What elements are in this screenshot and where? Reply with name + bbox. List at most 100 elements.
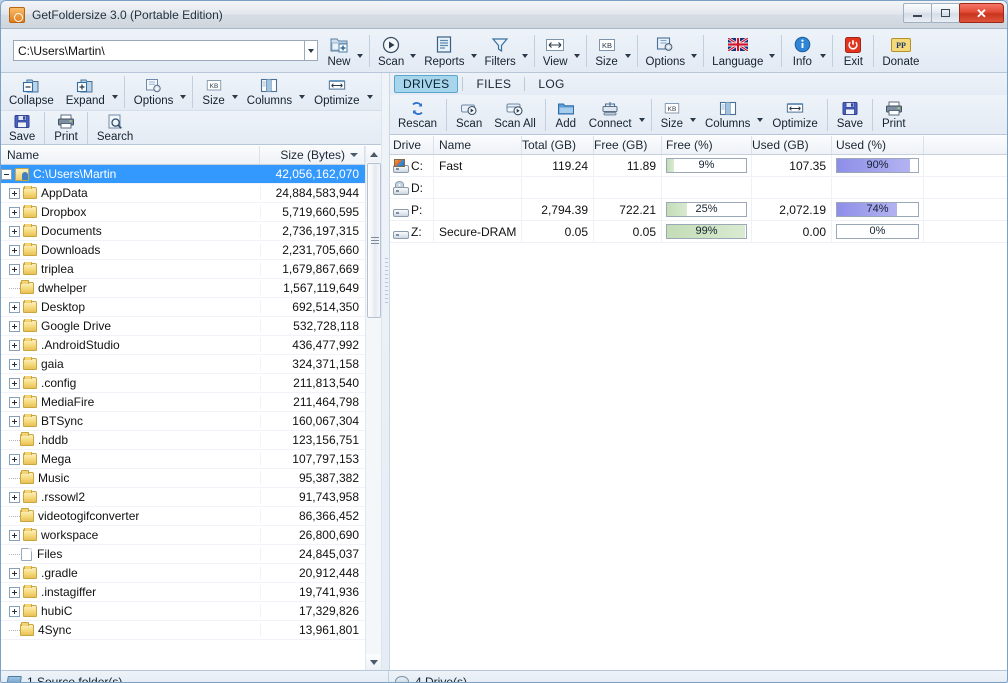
drives-header-name[interactable]: Name (434, 136, 522, 154)
drives-scan-all-button[interactable]: Scan All (488, 99, 542, 130)
tree-size-dropdown[interactable] (231, 75, 241, 109)
tree-row[interactable]: hubiC 17,329,826 (1, 602, 365, 621)
expand-node-icon[interactable] (9, 263, 20, 275)
toolbar-view-dropdown[interactable] (573, 34, 583, 68)
tree-row[interactable]: .hddb 123,156,751 (1, 430, 365, 450)
drives-size-button[interactable]: KB Size (655, 99, 689, 130)
toolbar-exit-button[interactable]: Exit (836, 33, 870, 69)
expand-node-icon[interactable] (9, 396, 20, 408)
drives-header-free[interactable]: Free (GB) (594, 136, 662, 154)
drive-row[interactable]: D: (390, 176, 1007, 199)
toolbar-options-button[interactable]: Options (641, 33, 691, 69)
scroll-up-button[interactable] (366, 146, 381, 162)
toolbar-options-dropdown[interactable] (690, 34, 700, 68)
tab-log[interactable]: LOG (529, 75, 573, 93)
expand-node-icon[interactable] (9, 225, 20, 237)
path-dropdown-button[interactable] (305, 40, 318, 61)
toolbar-scan-button[interactable]: Scan (373, 33, 409, 69)
pane-splitter[interactable] (381, 73, 390, 670)
drives-header-drive[interactable]: Drive (390, 136, 434, 154)
tree-optimize-dropdown[interactable] (366, 75, 376, 109)
expand-node-icon[interactable] (9, 491, 20, 503)
tree-row[interactable]: .AndroidStudio 436,477,992 (1, 336, 365, 355)
tree-row[interactable]: .instagiffer 19,741,936 (1, 583, 365, 602)
tree-save-button[interactable]: Save (3, 112, 41, 143)
drive-row[interactable]: P: 2,794.39 722.21 25% 2,072.19 74% (390, 198, 1007, 221)
tree-options-button[interactable]: Options (128, 76, 180, 107)
drives-header-free-pct[interactable]: Free (%) (662, 136, 752, 154)
toolbar-new-button[interactable]: New (322, 33, 356, 69)
toolbar-scan-dropdown[interactable] (409, 34, 419, 68)
tree-row[interactable]: Documents 2,736,197,315 (1, 222, 365, 241)
tree-row[interactable]: Music 95,387,382 (1, 468, 365, 488)
toolbar-donate-button[interactable]: PP Donate (877, 33, 924, 69)
expand-node-icon[interactable] (9, 301, 20, 313)
expand-node-icon[interactable] (9, 586, 20, 598)
toolbar-info-dropdown[interactable] (819, 34, 829, 68)
drives-header-used-pct[interactable]: Used (%) (832, 136, 924, 154)
drives-columns-dropdown[interactable] (756, 98, 766, 132)
expand-node-icon[interactable] (9, 206, 20, 218)
tree-vertical-scrollbar[interactable] (365, 146, 381, 670)
tree-row[interactable]: gaia 324,371,158 (1, 355, 365, 374)
tree-row[interactable]: triplea 1,679,867,669 (1, 260, 365, 279)
tree-row[interactable]: videotogifconverter 86,366,452 (1, 506, 365, 526)
toolbar-size-dropdown[interactable] (624, 34, 634, 68)
path-input[interactable]: C:\Users\Martin\ (13, 40, 305, 61)
tree-row[interactable]: Downloads 2,231,705,660 (1, 241, 365, 260)
tree-columns-dropdown[interactable] (298, 75, 308, 109)
close-button[interactable]: ✕ (959, 3, 1004, 23)
tree-row[interactable]: Mega 107,797,153 (1, 450, 365, 469)
drives-size-dropdown[interactable] (689, 98, 699, 132)
tree-row[interactable]: AppData 24,884,583,944 (1, 184, 365, 203)
tree-row[interactable]: .config 211,813,540 (1, 374, 365, 393)
tree-collapse-button[interactable]: Collapse (3, 76, 60, 107)
drives-connect-dropdown[interactable] (638, 98, 648, 132)
expand-node-icon[interactable] (9, 377, 20, 389)
drives-columns-button[interactable]: Columns (699, 99, 756, 130)
tree-expand-dropdown[interactable] (111, 75, 121, 109)
drives-scan-button[interactable]: Scan (450, 99, 488, 130)
expand-node-icon[interactable] (9, 567, 20, 579)
collapse-node-icon[interactable] (1, 168, 12, 180)
tab-drives[interactable]: DRIVES (394, 75, 459, 93)
drives-header-used[interactable]: Used (GB) (752, 136, 832, 154)
tree-row[interactable]: 4Sync 13,961,801 (1, 620, 365, 640)
tab-files[interactable]: FILES (467, 75, 520, 93)
tree-header-name[interactable]: Name (1, 146, 260, 164)
tree-row[interactable]: .rssowl2 91,743,958 (1, 488, 365, 507)
tree-header-size[interactable]: Size (Bytes) (260, 146, 365, 164)
expand-node-icon[interactable] (9, 529, 20, 541)
tree-row[interactable]: .gradle 20,912,448 (1, 564, 365, 583)
tree-options-dropdown[interactable] (179, 75, 189, 109)
toolbar-new-dropdown[interactable] (356, 34, 366, 68)
drives-save-button[interactable]: Save (831, 99, 869, 130)
toolbar-reports-dropdown[interactable] (470, 34, 480, 68)
tree-search-button[interactable]: Search (91, 112, 139, 143)
tree-row[interactable]: Google Drive 532,728,118 (1, 317, 365, 336)
tree-expand-button[interactable]: Expand (60, 76, 111, 107)
tree-row[interactable]: C:\Users\Martin 42,056,162,070 (1, 165, 365, 184)
expand-node-icon[interactable] (9, 339, 20, 351)
toolbar-view-button[interactable]: View (538, 33, 573, 69)
toolbar-reports-button[interactable]: Reports (419, 33, 469, 69)
maximize-button[interactable] (931, 3, 960, 23)
drives-rescan-button[interactable]: Rescan (392, 99, 443, 130)
tree-row[interactable]: Dropbox 5,719,660,595 (1, 203, 365, 222)
expand-node-icon[interactable] (9, 605, 20, 617)
drives-connect-button[interactable]: Connect (583, 99, 638, 130)
scroll-down-button[interactable] (366, 654, 381, 670)
expand-node-icon[interactable] (9, 453, 20, 465)
tree-size-button[interactable]: KB Size (196, 76, 230, 107)
drives-optimize-button[interactable]: Optimize (766, 99, 823, 130)
toolbar-language-button[interactable]: Language (707, 33, 768, 69)
drive-row[interactable]: C: Fast 119.24 11.89 9% 107.35 90% (390, 154, 1007, 177)
tree-row[interactable]: Files 24,845,037 (1, 544, 365, 564)
tree-optimize-button[interactable]: Optimize (308, 76, 365, 107)
toolbar-language-dropdown[interactable] (768, 34, 778, 68)
tree-row[interactable]: dwhelper 1,567,119,649 (1, 278, 365, 298)
tree-columns-button[interactable]: Columns (241, 76, 298, 107)
drives-header-total[interactable]: Total (GB) (522, 136, 594, 154)
tree-row[interactable]: MediaFire 211,464,798 (1, 393, 365, 412)
tree-row[interactable]: Desktop 692,514,350 (1, 298, 365, 317)
